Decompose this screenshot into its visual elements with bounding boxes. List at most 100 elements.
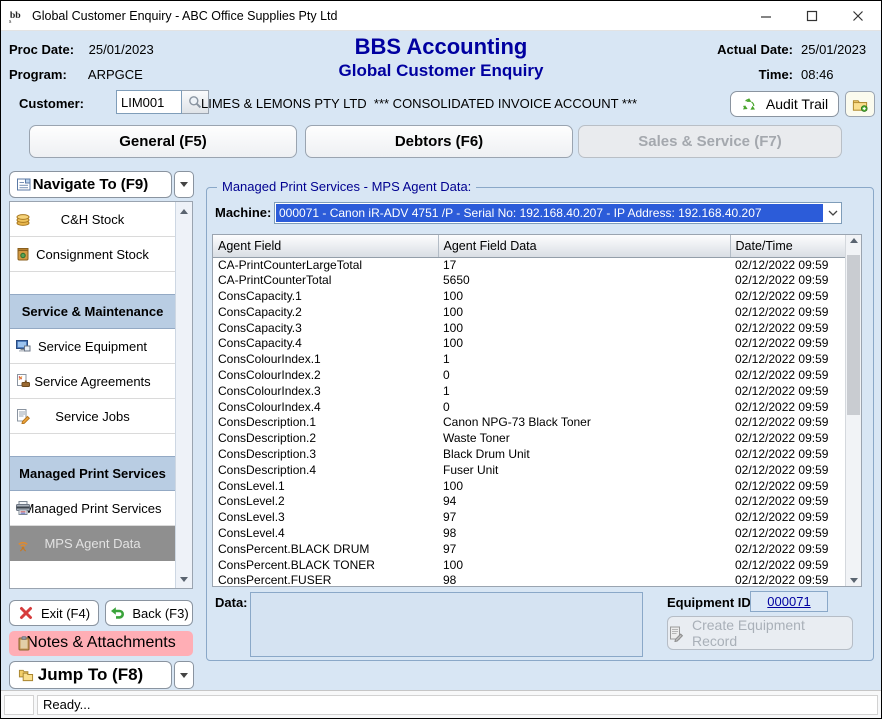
table-cell: 100 <box>438 558 730 574</box>
table-row[interactable]: ConsColourIndex.4002/12/2022 09:59 <box>213 400 845 416</box>
sidebar-item-c-h-stock[interactable]: C&H Stock <box>10 202 175 237</box>
table-row[interactable]: ConsPercent.BLACK TONER10002/12/2022 09:… <box>213 558 845 574</box>
col-agent-field-data[interactable]: Agent Field Data <box>438 235 730 257</box>
table-cell: 02/12/2022 09:59 <box>730 336 845 352</box>
table-header-row: Agent Field Agent Field Data Date/Time <box>213 235 845 257</box>
audit-trail-button[interactable]: Audit Trail <box>730 91 839 117</box>
chevron-down-icon <box>180 673 188 678</box>
table-row[interactable]: ConsLevel.49802/12/2022 09:59 <box>213 526 845 542</box>
table-row[interactable]: ConsPercent.FUSER9802/12/2022 09:59 <box>213 573 845 587</box>
actual-date-value: 25/01/2023 <box>801 37 873 62</box>
folder-add-icon <box>852 96 868 112</box>
scroll-down-icon[interactable] <box>176 571 192 587</box>
machine-select[interactable]: 000071 - Canon iR-ADV 4751 /P - Serial N… <box>274 202 842 224</box>
sidebar-item-mps-agent-data[interactable]: MPS Agent Data <box>10 526 175 561</box>
customer-name: LIMES & LEMONS PTY LTD *** CONSOLIDATED … <box>201 96 637 111</box>
scroll-down-icon[interactable] <box>846 578 861 583</box>
table-scrollbar[interactable] <box>845 235 861 586</box>
table-row[interactable]: CA-PrintCounterLargeTotal1702/12/2022 09… <box>213 257 845 273</box>
table-cell: 100 <box>438 336 730 352</box>
minimize-button[interactable] <box>743 1 789 30</box>
equipment-id-link[interactable]: 000071 <box>767 594 810 609</box>
create-equipment-record-button: Create Equipment Record <box>667 616 853 650</box>
table-cell: ConsLevel.3 <box>213 510 438 526</box>
table-cell: ConsColourIndex.1 <box>213 352 438 368</box>
tab-general[interactable]: General (F5) <box>29 125 297 158</box>
sidebar-group-label: Managed Print Services <box>19 466 166 481</box>
close-button[interactable] <box>835 1 881 30</box>
table-row[interactable]: ConsCapacity.410002/12/2022 09:59 <box>213 336 845 352</box>
agreement-icon <box>15 373 31 389</box>
table-cell: 02/12/2022 09:59 <box>730 384 845 400</box>
table-row[interactable]: ConsLevel.39702/12/2022 09:59 <box>213 510 845 526</box>
back-arrow-icon <box>109 605 125 621</box>
exit-label: Exit (F4) <box>41 606 90 621</box>
table-cell: 02/12/2022 09:59 <box>730 542 845 558</box>
table-cell: 02/12/2022 09:59 <box>730 289 845 305</box>
table-cell: 100 <box>438 479 730 495</box>
sidebar-item-label: Service Jobs <box>10 409 175 424</box>
customer-code-input[interactable]: LIM001 <box>116 90 182 114</box>
table-row[interactable]: ConsLevel.29402/12/2022 09:59 <box>213 494 845 510</box>
back-button[interactable]: Back (F3) <box>105 600 193 626</box>
machine-dropdown-icon[interactable] <box>824 203 841 223</box>
scroll-up-icon[interactable] <box>846 238 861 243</box>
table-row[interactable]: CA-PrintCounterTotal565002/12/2022 09:59 <box>213 273 845 289</box>
table-cell: Black Drum Unit <box>438 447 730 463</box>
table-cell: ConsColourIndex.3 <box>213 384 438 400</box>
table-cell: 17 <box>438 257 730 273</box>
table-row[interactable]: ConsCapacity.110002/12/2022 09:59 <box>213 289 845 305</box>
sidebar-item-managed-print-services[interactable]: Managed Print Services <box>10 491 175 526</box>
table-row[interactable]: ConsCapacity.310002/12/2022 09:59 <box>213 321 845 337</box>
table-row[interactable]: ConsLevel.110002/12/2022 09:59 <box>213 479 845 495</box>
table-cell: 1 <box>438 384 730 400</box>
notes-attachments-button[interactable]: Notes & Attachments <box>9 631 193 656</box>
scrollbar-thumb[interactable] <box>847 255 860 415</box>
table-cell: 02/12/2022 09:59 <box>730 305 845 321</box>
scroll-up-icon[interactable] <box>176 203 192 219</box>
table-row[interactable]: ConsColourIndex.2002/12/2022 09:59 <box>213 368 845 384</box>
table-cell: 02/12/2022 09:59 <box>730 415 845 431</box>
jump-dropdown-button[interactable] <box>174 661 194 689</box>
table-row[interactable]: ConsCapacity.210002/12/2022 09:59 <box>213 305 845 321</box>
table-cell: ConsCapacity.1 <box>213 289 438 305</box>
maximize-button[interactable] <box>789 1 835 30</box>
jump-to-button[interactable]: Jump To (F8) <box>9 661 172 689</box>
sidebar-item-service-agreements[interactable]: Service Agreements <box>10 364 175 399</box>
sidebar-item-consignment-stock[interactable]: Consignment Stock <box>10 237 175 272</box>
bag-icon <box>15 246 31 262</box>
sidebar-item-service-equipment[interactable]: Service Equipment <box>10 329 175 364</box>
col-date-time[interactable]: Date/Time <box>730 235 845 257</box>
table-cell: ConsDescription.1 <box>213 415 438 431</box>
sidebar-item-label: Service Equipment <box>10 339 175 354</box>
time-label: Time: <box>759 67 793 82</box>
table-row[interactable]: ConsDescription.1Canon NPG-73 Black Tone… <box>213 415 845 431</box>
table-row[interactable]: ConsColourIndex.1102/12/2022 09:59 <box>213 352 845 368</box>
sidebar-scrollbar[interactable] <box>175 202 192 588</box>
sidebar-item-label: Consignment Stock <box>10 247 175 262</box>
open-folder-button[interactable] <box>845 91 875 117</box>
table-cell: ConsPercent.BLACK DRUM <box>213 542 438 558</box>
exit-button[interactable]: Exit (F4) <box>9 600 99 626</box>
title-bar: bbs Global Customer Enquiry - ABC Office… <box>1 1 881 31</box>
status-panel <box>4 695 34 715</box>
tab-debtors[interactable]: Debtors (F6) <box>305 125 573 158</box>
table-row[interactable]: ConsColourIndex.3102/12/2022 09:59 <box>213 384 845 400</box>
table-row[interactable]: ConsPercent.BLACK DRUM9702/12/2022 09:59 <box>213 542 845 558</box>
table-row[interactable]: ConsDescription.2Waste Toner02/12/2022 0… <box>213 431 845 447</box>
data-textarea[interactable] <box>250 592 643 657</box>
equipment-id-label: Equipment ID: <box>667 595 755 610</box>
sidebar-item-service-jobs[interactable]: Service Jobs <box>10 399 175 434</box>
red-x-icon <box>18 605 34 621</box>
table-cell: 1 <box>438 352 730 368</box>
table-row[interactable]: ConsDescription.4Fuser Unit02/12/2022 09… <box>213 463 845 479</box>
col-agent-field[interactable]: Agent Field <box>213 235 438 257</box>
table-cell: 02/12/2022 09:59 <box>730 558 845 574</box>
navigate-dropdown-button[interactable] <box>174 171 194 198</box>
navigate-to-button[interactable]: Navigate To (F9) <box>9 171 172 198</box>
agent-table: Agent Field Agent Field Data Date/Time C… <box>212 234 862 587</box>
table-row[interactable]: ConsDescription.3Black Drum Unit02/12/20… <box>213 447 845 463</box>
table-cell: ConsCapacity.3 <box>213 321 438 337</box>
sidebar-group-managed-print-services: Managed Print Services <box>10 456 175 491</box>
table-cell: 100 <box>438 289 730 305</box>
